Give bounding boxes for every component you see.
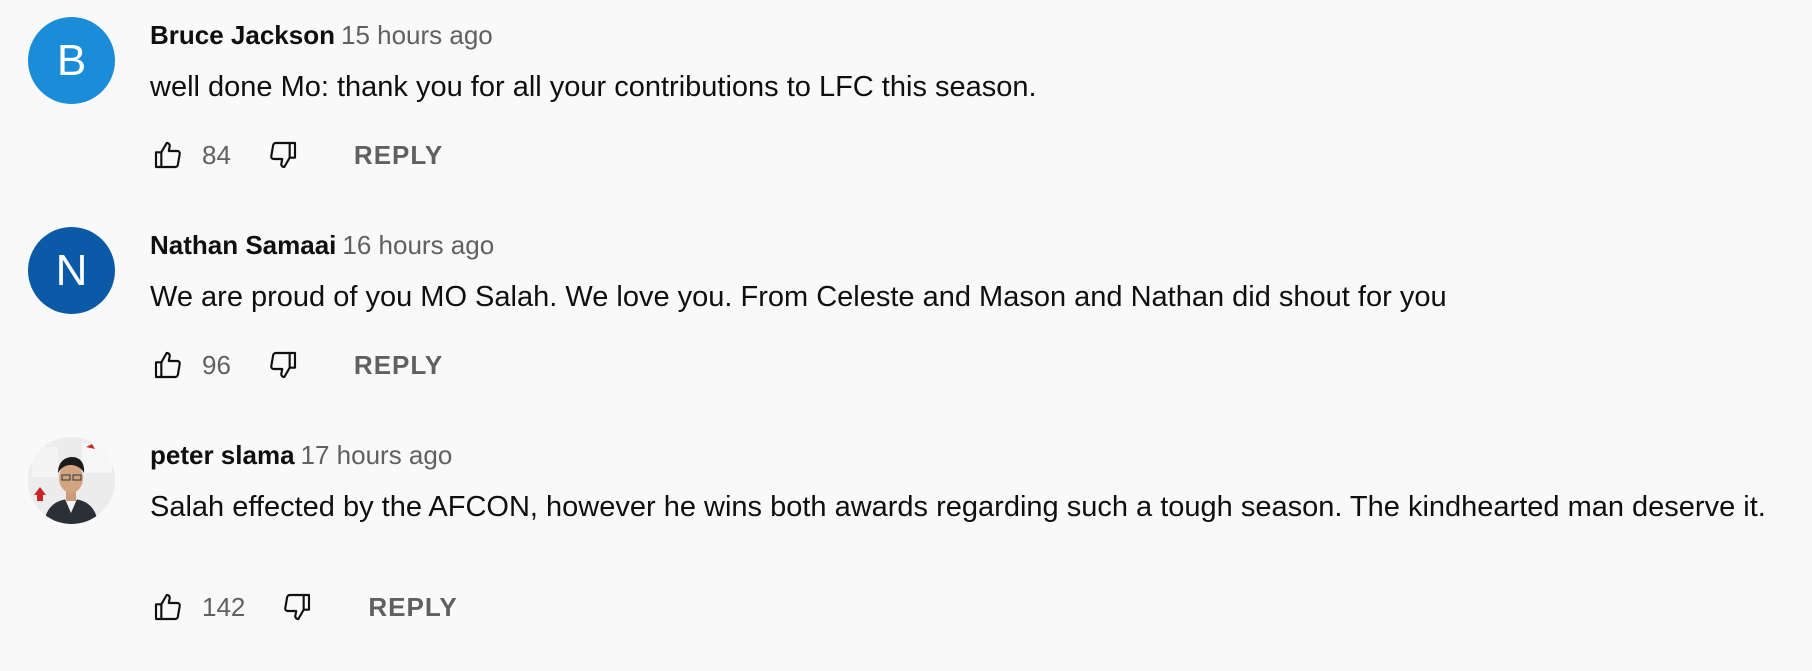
comment-header: Bruce Jackson 15 hours ago xyxy=(150,20,493,51)
comment-header: peter slama 17 hours ago xyxy=(150,440,452,471)
like-button[interactable] xyxy=(150,137,186,173)
avatar-letter: N xyxy=(55,245,88,295)
comment-text: well done Mo: thank you for all your con… xyxy=(150,71,1037,103)
comment-timestamp[interactable]: 17 hours ago xyxy=(301,440,453,470)
comment-text: Salah effected by the AFCON, however he … xyxy=(150,491,1766,523)
comment-actions: 84 REPLY xyxy=(150,133,443,177)
thumb-down-icon xyxy=(284,593,311,621)
comment-author[interactable]: Bruce Jackson xyxy=(150,20,335,50)
comment-text: We are proud of you MO Salah. We love yo… xyxy=(150,281,1447,313)
comment-timestamp[interactable]: 15 hours ago xyxy=(341,20,493,50)
like-button[interactable] xyxy=(150,589,186,625)
avatar[interactable] xyxy=(28,437,115,524)
avatar-letter: B xyxy=(56,35,87,85)
like-button[interactable] xyxy=(150,347,186,383)
thumb-down-icon xyxy=(270,141,296,169)
profile-photo xyxy=(28,437,115,524)
thumb-up-icon xyxy=(154,141,181,169)
thumb-up-icon xyxy=(154,351,181,379)
dislike-button[interactable] xyxy=(265,347,301,383)
thumb-down-icon xyxy=(270,351,296,379)
comments-section: B Bruce Jackson 15 hours ago well done Mo… xyxy=(0,0,1812,671)
like-count: 84 xyxy=(202,139,231,170)
comment-actions: 142 REPLY xyxy=(150,585,458,629)
reply-button[interactable]: REPLY xyxy=(354,350,443,381)
comment-author[interactable]: Nathan Samaai xyxy=(150,230,336,260)
dislike-button[interactable] xyxy=(265,137,301,173)
reply-button[interactable]: REPLY xyxy=(354,140,443,171)
comment-timestamp[interactable]: 16 hours ago xyxy=(342,230,494,260)
like-count: 142 xyxy=(202,591,246,622)
reply-button[interactable]: REPLY xyxy=(368,592,457,623)
like-count: 96 xyxy=(202,349,231,380)
comment-actions: 96 REPLY xyxy=(150,343,443,387)
comment-header: Nathan Samaai 16 hours ago xyxy=(150,230,494,261)
comment-author[interactable]: peter slama xyxy=(150,440,295,470)
avatar[interactable]: N xyxy=(28,227,115,314)
dislike-button[interactable] xyxy=(279,589,315,625)
thumb-up-icon xyxy=(154,593,181,621)
avatar[interactable]: B xyxy=(28,17,115,104)
